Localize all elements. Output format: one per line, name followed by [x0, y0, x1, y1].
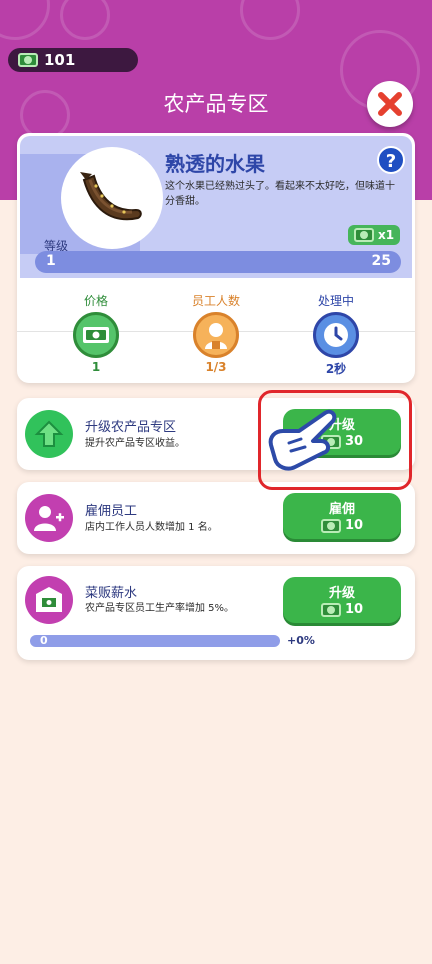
cash-icon: [320, 602, 341, 617]
product-card: 熟透的水果 这个水果已经熟过头了。看起来不太好吃，但味道十分香甜。 ? x1 等…: [17, 133, 415, 383]
stat-price-label: 价格: [83, 294, 108, 308]
stat-price-value: 1: [91, 360, 101, 374]
stat-processing: 处理中 2秒: [286, 292, 386, 377]
question-icon: ?: [385, 151, 397, 172]
cash-icon: [320, 518, 341, 533]
hire-staff-title: 雇佣员工: [85, 504, 138, 519]
currency-value: 101: [44, 51, 76, 69]
button-label: 雇佣: [328, 502, 355, 517]
button-cost: 10: [320, 602, 364, 617]
stat-processing-label: 处理中: [317, 294, 354, 308]
stat-processing-value: 2秒: [325, 362, 347, 376]
salary-upgrade-button[interactable]: 升级 10: [283, 577, 401, 623]
salary-bonus: +0%: [287, 634, 315, 647]
close-button[interactable]: [367, 81, 413, 127]
salary-desc: 农产品专区员工生产率增加 5%。: [85, 603, 235, 614]
multiplier-value: x1: [378, 228, 395, 242]
pattern-decoration: [0, 0, 50, 40]
level-current: 1: [46, 253, 56, 269]
upgrade-area-desc: 提升农产品专区收益。: [85, 438, 185, 449]
help-button[interactable]: ?: [377, 146, 405, 174]
stat-staff-label: 员工人数: [191, 294, 240, 308]
hire-staff-row: 雇佣员工 店内工作人员人数增加 1 名。 雇佣 10: [17, 482, 415, 554]
product-name: 熟透的水果: [165, 152, 265, 176]
salary-progress-value: 0: [40, 634, 48, 647]
ripe-fruit-icon: [80, 172, 142, 221]
stat-price: 价格 1: [46, 292, 146, 374]
stat-staff-value: 1/3: [205, 360, 227, 374]
salary-envelope-icon: [25, 576, 73, 624]
cost-value: 10: [344, 602, 364, 617]
worker-icon: [193, 312, 239, 358]
pattern-decoration: [60, 0, 110, 40]
button-cost: 10: [320, 518, 364, 533]
cash-icon: [354, 228, 374, 242]
upgrade-area-title: 升级农产品专区: [85, 420, 177, 435]
button-label: 升级: [328, 586, 355, 601]
cash-stack-icon: [73, 312, 119, 358]
clock-icon: [313, 312, 359, 358]
level-max: 25: [371, 253, 391, 269]
product-info-panel: 熟透的水果 这个水果已经熟过头了。看起来不太好吃，但味道十分香甜。 ? x1 等…: [20, 136, 412, 278]
cost-value: 10: [344, 518, 364, 533]
salary-progress-bar: 0: [30, 634, 280, 647]
hire-button[interactable]: 雇佣 10: [283, 493, 401, 539]
currency-counter: 101: [8, 48, 138, 72]
cash-icon: [18, 53, 38, 67]
product-description: 这个水果已经熟过头了。看起来不太好吃，但味道十分香甜。: [165, 181, 395, 207]
pattern-decoration: [240, 0, 300, 40]
level-progress-bar: 1 25: [35, 251, 401, 273]
close-icon: [378, 92, 402, 116]
pointer-hand-icon: [268, 409, 337, 471]
add-worker-icon: [25, 494, 73, 542]
salary-row: 菜贩薪水 农产品专区员工生产率增加 5%。 升级 10 0 +0%: [17, 566, 415, 660]
hire-staff-desc: 店内工作人员人数增加 1 名。: [85, 522, 218, 533]
multiplier-badge: x1: [348, 225, 401, 245]
upgrade-arrow-icon: [25, 410, 73, 458]
product-image: [61, 147, 163, 249]
stat-staff: 员工人数 1/3: [166, 292, 266, 374]
